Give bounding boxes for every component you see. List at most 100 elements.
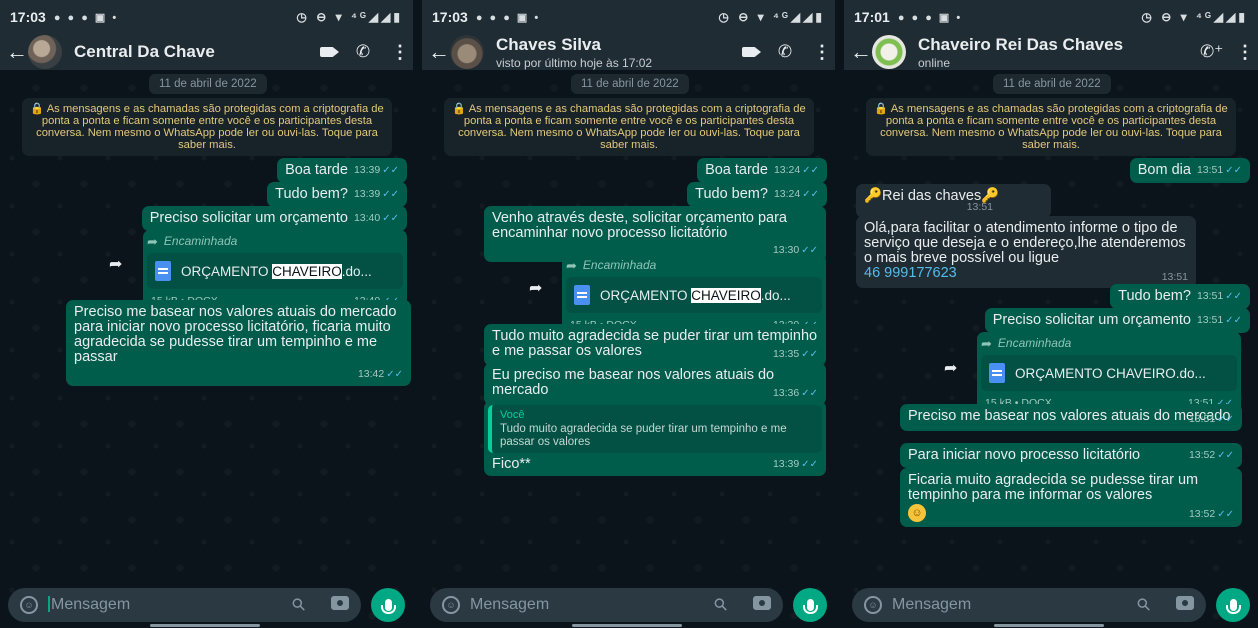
document-attachment[interactable]: ORÇAMENTO CHAVEIRO.do... — [566, 277, 822, 313]
message-text: Para iniciar novo processo licitatório — [908, 447, 1141, 463]
message-outgoing[interactable]: Preciso solicitar um orçamento 13:51 ✓✓ — [984, 308, 1250, 333]
phone-call-icon[interactable]: ✆ — [355, 42, 371, 62]
document-name: ORÇAMENTO CHAVEIRO.do... — [181, 263, 372, 279]
back-arrow-icon[interactable]: ← — [428, 39, 450, 65]
read-receipt-icon: ✓✓ — [382, 165, 399, 176]
message-outgoing[interactable]: Tudo bem? 13:51 ✓✓ — [1110, 284, 1250, 309]
message-time: 13:51 — [966, 201, 993, 213]
contact-name: Chaves Silva — [496, 34, 601, 54]
message-outgoing-document[interactable]: ➦Encaminhada ORÇAMENTO CHAVEIRO.do... 15… — [977, 332, 1241, 415]
emoji-icon[interactable]: ☺ — [442, 596, 460, 614]
message-outgoing[interactable]: Tudo bem? 13:24 ✓✓ — [687, 182, 827, 207]
phone-call-icon[interactable]: ✆ — [777, 42, 793, 62]
contact-info[interactable]: Central Da Chave — [74, 42, 299, 62]
mic-icon — [802, 599, 818, 614]
message-outgoing[interactable]: Preciso me basear nos valores atuais do … — [900, 404, 1242, 431]
composer: ☺ Mensagem ⚲ — [430, 588, 827, 622]
message-outgoing[interactable]: Para iniciar novo processo licitatório 1… — [900, 443, 1242, 468]
more-options-icon[interactable]: ⋮ — [1236, 42, 1254, 63]
message-outgoing[interactable]: Bom dia 13:51 ✓✓ — [1129, 158, 1250, 183]
nav-bar — [422, 622, 835, 628]
camera-icon[interactable] — [331, 595, 349, 615]
message-input[interactable]: ☺ Mensagem ⚲ — [852, 588, 1206, 622]
composer: ☺ Mensagem ⚲ — [852, 588, 1250, 622]
message-time: 13:24 — [773, 188, 801, 200]
last-seen: visto por último hoje às 17:02 — [496, 55, 653, 70]
message-text: Olá,para facilitar o atendimento informe… — [864, 220, 1186, 266]
forward-share-icon[interactable]: ➦ — [109, 254, 122, 274]
forward-share-icon[interactable]: ➦ — [529, 278, 542, 298]
message-outgoing[interactable]: Boa tarde 13:39 ✓✓ — [277, 158, 407, 183]
home-indicator[interactable] — [572, 624, 682, 627]
camera-icon[interactable] — [753, 595, 771, 615]
encryption-notice[interactable]: 🔒 As mensagens e as chamadas são protegi… — [444, 98, 814, 156]
encryption-notice[interactable]: 🔒 As mensagens e as chamadas são protegi… — [22, 98, 392, 156]
forwarded-arrow-icon: ➦ — [566, 258, 577, 273]
lock-icon: 🔒 — [452, 103, 467, 115]
message-outgoing[interactable]: Tudo bem? 13:39 ✓✓ — [267, 182, 407, 207]
encryption-notice[interactable]: 🔒 As mensagens e as chamadas são protegi… — [866, 98, 1236, 156]
message-outgoing[interactable]: Eu preciso me basear nos valores atuais … — [484, 363, 826, 405]
attach-clip-icon[interactable]: ⚲ — [1132, 594, 1155, 617]
home-indicator[interactable] — [994, 624, 1104, 627]
message-text: Venho através deste, solicitar orçamento… — [492, 210, 787, 241]
message-outgoing[interactable]: Preciso me basear nos valores atuais do … — [66, 300, 411, 386]
nav-bar — [844, 622, 1258, 628]
message-incoming[interactable]: 🔑Rei das chaves🔑 13:51 — [856, 184, 1051, 218]
message-text: Boa tarde — [285, 162, 348, 178]
message-outgoing[interactable]: Tudo muito agradecida se puder tirar um … — [484, 324, 826, 366]
read-receipt-icon: ✓✓ — [1217, 414, 1234, 425]
message-text: Tudo bem? — [1118, 288, 1191, 304]
camera-icon[interactable] — [1176, 595, 1194, 615]
attach-clip-icon[interactable]: ⚲ — [709, 594, 732, 617]
emoji-icon[interactable]: ☺ — [864, 596, 882, 614]
back-arrow-icon[interactable]: ← — [6, 39, 28, 65]
document-icon — [989, 363, 1005, 383]
message-text: 🔑Rei das chaves🔑 — [864, 188, 1000, 204]
read-receipt-icon: ✓✓ — [1225, 291, 1242, 302]
video-call-icon[interactable] — [319, 42, 339, 62]
video-call-icon[interactable] — [741, 42, 761, 62]
date-chip: 11 de abril de 2022 — [571, 74, 689, 94]
document-name: ORÇAMENTO CHAVEIRO.do... — [600, 287, 791, 303]
forward-share-icon[interactable]: ➦ — [944, 358, 957, 378]
mic-button[interactable] — [793, 588, 827, 622]
message-incoming[interactable]: Olá,para facilitar o atendimento informe… — [856, 216, 1196, 288]
home-indicator[interactable] — [150, 624, 260, 627]
mic-button[interactable] — [371, 588, 405, 622]
message-list[interactable]: 11 de abril de 2022 🔒 As mensagens e as … — [0, 70, 413, 586]
contact-avatar[interactable] — [28, 35, 62, 69]
message-text: Preciso solicitar um orçamento — [992, 312, 1191, 328]
message-outgoing[interactable]: Preciso solicitar um orçamento 13:40 ✓✓ — [141, 206, 407, 231]
contact-avatar[interactable] — [450, 35, 484, 69]
emoji-icon[interactable]: ☺ — [20, 596, 38, 614]
document-attachment[interactable]: ORÇAMENTO CHAVEIRO.do... — [981, 355, 1237, 391]
document-attachment[interactable]: ORÇAMENTO CHAVEIRO.do... — [147, 253, 403, 289]
message-input[interactable]: ☺ Mensagem ⚲ — [8, 588, 361, 622]
chat-panel-chaveiro-rei-das-chaves: 17:01 ● ● ● ▣ • ◷ ⊖ ▾ ⁴ᴳ◢◢▮ ← Chaveiro R… — [844, 0, 1258, 628]
forwarded-label: ➦ Encaminhada — [566, 258, 657, 273]
message-outgoing-reply[interactable]: Você Tudo muito agradecida se puder tira… — [484, 401, 826, 476]
message-list[interactable]: 11 de abril de 2022 🔒 As mensagens e as … — [422, 70, 835, 586]
more-options-icon[interactable]: ⋮ — [813, 42, 831, 63]
chat-panel-central-da-chave: 17:03 ● ● ● ▣ • ◷ ⊖ ▾ ⁴ᴳ◢◢▮ ← Central Da… — [0, 0, 413, 628]
contact-avatar[interactable] — [872, 35, 906, 69]
message-list[interactable]: 11 de abril de 2022 🔒 As mensagens e as … — [844, 70, 1258, 586]
contact-info[interactable]: Chaves Silva visto por último hoje às 17… — [496, 35, 721, 70]
add-call-icon[interactable]: ✆⁺ — [1200, 42, 1223, 62]
screenshot-collage: 17:03 ● ● ● ▣ • ◷ ⊖ ▾ ⁴ᴳ◢◢▮ ← Central Da… — [0, 0, 1258, 628]
quoted-message[interactable]: Você Tudo muito agradecida se puder tira… — [488, 405, 822, 453]
message-input[interactable]: ☺ Mensagem ⚲ — [430, 588, 783, 622]
message-outgoing[interactable]: Boa tarde 13:24 ✓✓ — [697, 158, 827, 183]
mic-button[interactable] — [1216, 588, 1250, 622]
message-text: Bom dia — [1137, 162, 1191, 178]
message-outgoing[interactable]: Ficaria muito agradecida se pudesse tira… — [900, 468, 1242, 527]
system-status-icons: ◷ ⊖ ▾ ⁴ᴳ◢◢▮ — [1141, 10, 1248, 24]
contact-info[interactable]: Chaveiro Rei Das Chaves online — [918, 35, 1180, 70]
chat-header: ← Central Da Chave ✆ ⋮ — [0, 34, 413, 70]
back-arrow-icon[interactable]: ← — [850, 39, 872, 65]
attach-clip-icon[interactable]: ⚲ — [287, 594, 310, 617]
more-options-icon[interactable]: ⋮ — [391, 42, 409, 63]
message-text: Preciso me basear nos valores atuais do … — [74, 304, 397, 365]
read-receipt-icon: ✓✓ — [801, 459, 818, 470]
